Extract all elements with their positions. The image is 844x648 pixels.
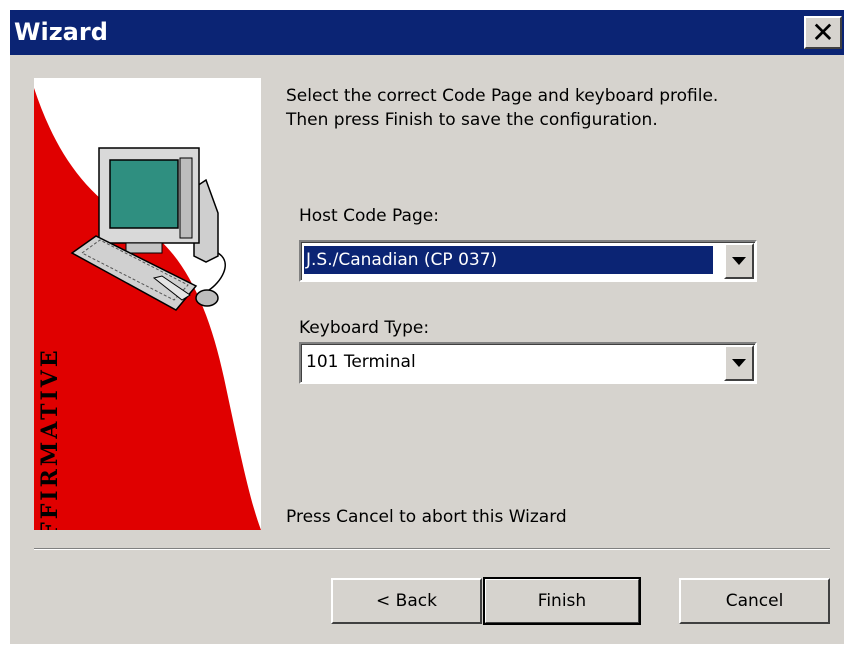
wizard-window: Wizard ✕ AFFIRMATIVE Select the correct … xyxy=(10,10,844,644)
chevron-down-icon xyxy=(732,359,746,367)
instruction-line-2: Then press Finish to save the configurat… xyxy=(286,110,658,130)
close-icon: ✕ xyxy=(811,15,835,49)
abort-hint-text: Press Cancel to abort this Wizard xyxy=(286,507,567,527)
title-bar[interactable]: Wizard ✕ xyxy=(10,10,844,55)
host-code-page-dropdown[interactable]: J.S./Canadian (CP 037) xyxy=(299,240,757,282)
brand-vertical-label: AFFIRMATIVE xyxy=(36,347,64,530)
back-button[interactable]: < Back xyxy=(331,578,482,624)
host-code-page-label: Host Code Page: xyxy=(299,206,439,226)
close-button[interactable]: ✕ xyxy=(804,16,842,49)
host-code-page-dropdown-button[interactable] xyxy=(724,243,754,279)
side-illustration xyxy=(34,88,261,530)
finish-button[interactable]: Finish xyxy=(483,577,641,625)
keyboard-type-value: 101 Terminal xyxy=(306,352,416,372)
window-title: Wizard xyxy=(14,18,108,46)
host-code-page-value: J.S./Canadian (CP 037) xyxy=(304,246,713,274)
separator-highlight xyxy=(34,549,830,550)
brand-name: AFFIRMATIVE xyxy=(37,347,63,530)
cancel-button[interactable]: Cancel xyxy=(679,578,830,624)
keyboard-type-dropdown-button[interactable] xyxy=(724,345,754,381)
instruction-line-1: Select the correct Code Page and keyboar… xyxy=(286,86,719,106)
chevron-down-icon xyxy=(732,257,746,265)
side-graphic-panel: AFFIRMATIVE xyxy=(34,78,261,530)
instruction-text: Select the correct Code Page and keyboar… xyxy=(286,84,718,132)
keyboard-type-label: Keyboard Type: xyxy=(299,318,430,338)
keyboard-type-dropdown[interactable]: 101 Terminal xyxy=(299,342,757,384)
